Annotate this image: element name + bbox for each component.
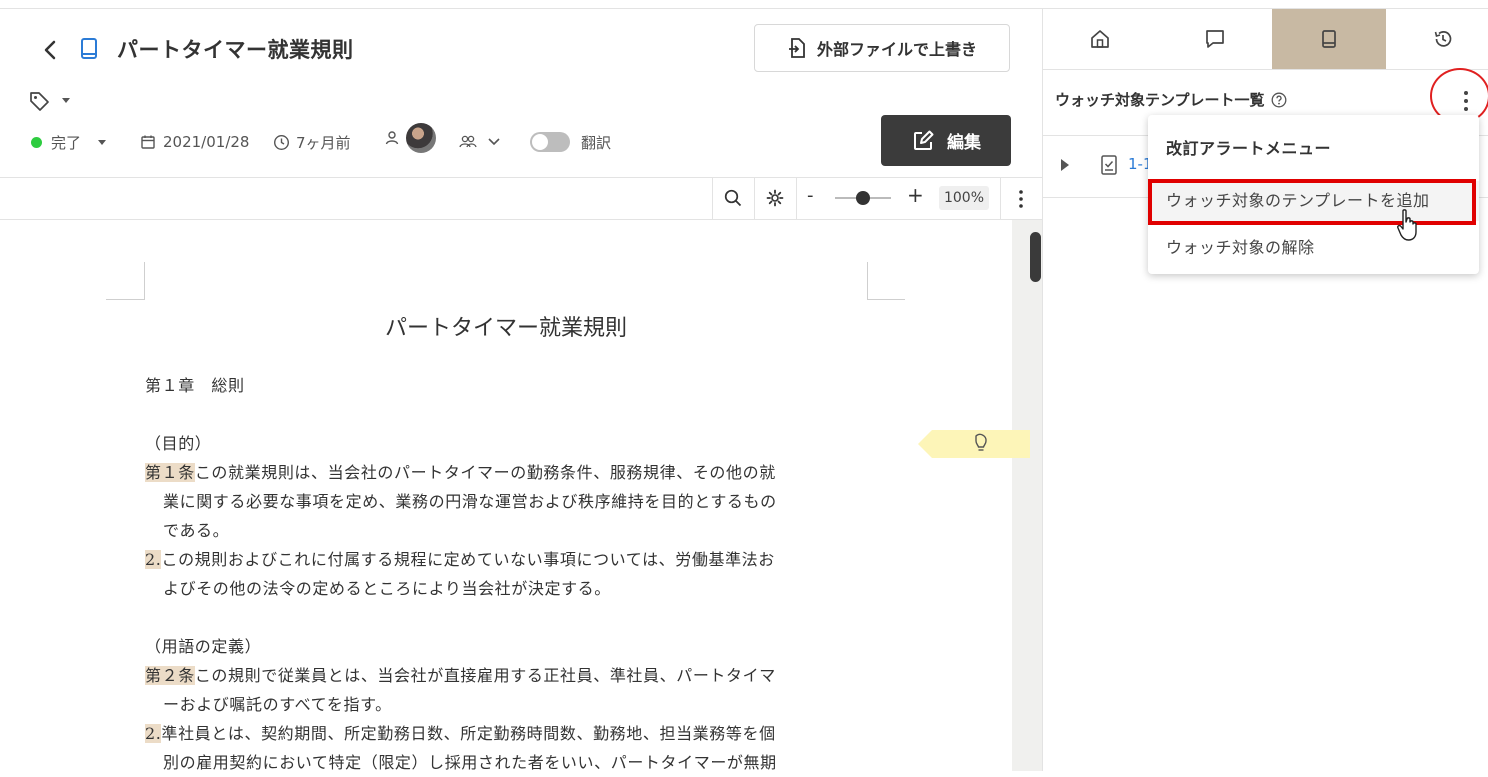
tab-history[interactable]: [1386, 9, 1488, 69]
panel-divider: [1042, 8, 1043, 771]
clock-icon: [273, 134, 290, 151]
history-icon: [1432, 28, 1454, 50]
document-line: ーおよび嘱託のすべてを指す。: [163, 691, 392, 719]
status-label: 完了: [51, 133, 82, 152]
search-icon[interactable]: [723, 188, 743, 208]
page-title: パートタイマー就業規則: [117, 38, 354, 62]
document-line: （用語の定義）: [145, 633, 261, 661]
crop-mark: [106, 299, 144, 300]
book-icon: [78, 36, 100, 62]
edit-button[interactable]: 編集: [881, 115, 1011, 166]
calendar-icon: [140, 134, 156, 150]
document-line-text: ーおよび嘱託のすべてを指す。: [163, 695, 392, 714]
document-line-text: よびその他の法令の定めるところにより当会社が決定する。: [163, 579, 611, 598]
status-selector[interactable]: 完了: [31, 130, 107, 154]
article-number: 第２条: [145, 666, 195, 685]
panel-title: ウォッチ対象テンプレート一覧: [1055, 89, 1287, 110]
tag-icon[interactable]: [28, 90, 50, 112]
document-line: 2.この規則およびこれに付属する規程に定めていない事項については、労働基準法お: [145, 546, 775, 574]
members-selector[interactable]: [459, 130, 501, 154]
toolbar-separator: [796, 178, 797, 219]
article-number: 2.: [145, 550, 162, 569]
overwrite-button-label: 外部ファイルで上書き: [816, 40, 977, 59]
zoom-level[interactable]: 100%: [939, 186, 989, 210]
crop-mark: [867, 262, 868, 300]
document-line: である。: [163, 517, 229, 545]
document-line: 2.準社員とは、契約期間、所定勤務日数、所定勤務時間数、勤務地、担当業務等を個: [145, 720, 776, 748]
document-line: 業に関する必要な事項を定め、業務の円滑な運営および秩序維持を目的とするもの: [163, 488, 777, 516]
translate-toggle-group: 翻訳: [530, 130, 611, 154]
book-icon: [1318, 28, 1340, 50]
person-icon: [384, 130, 400, 146]
document-line: よびその他の法令の定めるところにより当会社が決定する。: [163, 575, 611, 603]
date-meta: 2021/01/28: [140, 130, 249, 154]
crop-mark: [867, 299, 905, 300]
document-line: 別の雇用契約において特定（限定）し採用された者をいい、パートタイマーが無期: [163, 749, 777, 777]
translate-toggle[interactable]: [530, 132, 570, 152]
group-icon: [459, 134, 477, 150]
tab-templates[interactable]: [1272, 9, 1386, 69]
toolbar-top-border: [0, 177, 1042, 178]
status-caret-icon: [97, 137, 107, 147]
chevron-down-icon: [487, 137, 501, 147]
help-icon[interactable]: [1271, 92, 1287, 108]
zoom-slider-knob[interactable]: [856, 191, 870, 205]
document-line-text: この規則およびこれに付属する規程に定めていない事項については、労働基準法お: [161, 550, 775, 569]
viewer-scrollbar-thumb[interactable]: [1030, 232, 1041, 282]
avatar[interactable]: [406, 123, 436, 153]
crop-mark: [144, 262, 145, 300]
document-line-text: 別の雇用契約において特定（限定）し採用された者をいい、パートタイマーが無期: [163, 753, 777, 772]
zoom-out-button[interactable]: -: [807, 185, 814, 206]
document-line-text: 業に関する必要な事項を定め、業務の円滑な運営および秩序維持を目的とするもの: [163, 492, 777, 511]
home-icon: [1089, 28, 1111, 50]
document-heading: パートタイマー就業規則: [384, 316, 627, 341]
suggestion-marker[interactable]: [918, 430, 1030, 458]
comment-icon: [1204, 28, 1226, 50]
document-line: 第１条この就業規則は、当会社のパートタイマーの勤務条件、服務規律、その他の就: [145, 459, 776, 487]
document-line-text: 準社員とは、契約期間、所定勤務日数、所定勤務時間数、勤務地、担当業務等を個: [161, 724, 776, 743]
menu-item-remove-watch[interactable]: ウォッチ対象の解除: [1148, 228, 1479, 268]
tabs-bottom-border: [1043, 69, 1488, 70]
hand-cursor-icon: [1396, 208, 1420, 242]
checklist-doc-icon: [1100, 154, 1118, 176]
tag-dropdown-caret-icon[interactable]: [60, 94, 72, 106]
file-import-icon: [787, 37, 807, 59]
overwrite-with-external-file-button[interactable]: 外部ファイルで上書き: [754, 24, 1010, 72]
document-line-text: 第１章 総則: [145, 376, 245, 395]
toolbar-separator: [754, 178, 755, 219]
annotation-highlight-box: [1148, 179, 1476, 225]
gear-icon[interactable]: [765, 188, 785, 208]
relative-time-text: 7ヶ月前: [296, 133, 351, 152]
date-text: 2021/01/28: [163, 133, 250, 151]
edit-icon: [911, 129, 935, 153]
viewer-scrollbar-track[interactable]: [1012, 220, 1042, 771]
toolbar-separator: [712, 178, 713, 219]
edit-button-label: 編集: [947, 133, 981, 153]
article-number: 第１条: [145, 463, 195, 482]
zoom-slider[interactable]: [833, 189, 893, 207]
status-dot: [31, 136, 42, 148]
expand-caret-icon[interactable]: [1058, 157, 1072, 173]
document-line: 第１章 総則: [145, 372, 245, 400]
document-line-text: （目的）: [145, 434, 212, 453]
document-line: （目的）: [145, 430, 211, 458]
menu-header: 改訂アラートメニュー: [1166, 139, 1332, 158]
document-line-text: この就業規則は、当会社のパートタイマーの勤務条件、服務規律、その他の就: [194, 463, 776, 482]
toolbar-separator: [1000, 178, 1001, 219]
document-line-text: （用語の定義）: [145, 637, 262, 656]
relative-time-meta: 7ヶ月前: [273, 130, 351, 154]
tab-comments[interactable]: [1158, 9, 1272, 69]
more-options-icon[interactable]: [1015, 189, 1027, 209]
article-number: 2.: [145, 724, 162, 743]
document-line-text: この規則で従業員とは、当会社が直接雇用する正社員、準社員、パートタイマ: [194, 666, 776, 685]
back-arrow-icon[interactable]: [38, 36, 64, 64]
panel-title-text: ウォッチ対象テンプレート一覧: [1055, 91, 1265, 109]
document-line: 第２条この規則で従業員とは、当会社が直接雇用する正社員、準社員、パートタイマ: [145, 662, 776, 690]
translate-label: 翻訳: [581, 133, 612, 152]
owner-meta[interactable]: [384, 123, 436, 153]
zoom-in-button[interactable]: +: [907, 183, 924, 207]
tab-home[interactable]: [1043, 9, 1157, 69]
document-line-text: である。: [163, 521, 230, 540]
